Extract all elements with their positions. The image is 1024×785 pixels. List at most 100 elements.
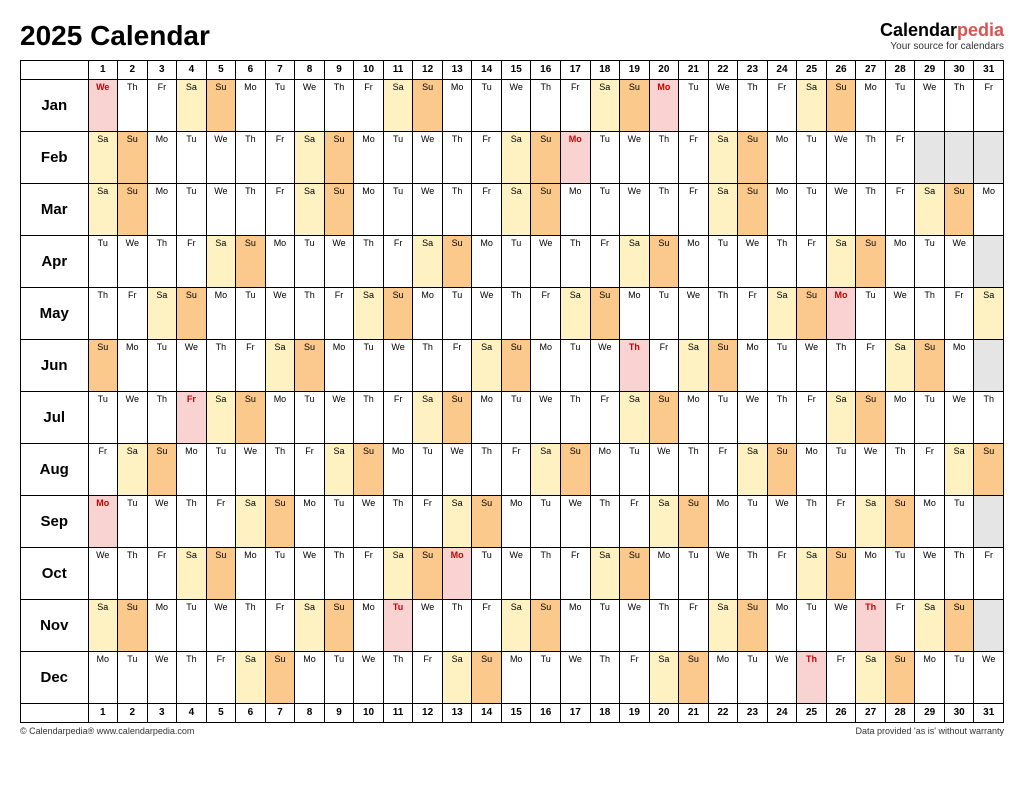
day-cell: Th: [738, 80, 768, 132]
day-cell: We: [590, 340, 620, 392]
day-cell: Sa: [501, 132, 531, 184]
day-cell: Sa: [649, 652, 679, 704]
day-cell: Su: [265, 496, 295, 548]
day-cell: Th: [826, 340, 856, 392]
day-cell: Mo: [620, 288, 650, 340]
day-of-week: Mo: [354, 600, 383, 612]
day-of-week: We: [531, 392, 560, 404]
day-number-header: 5: [206, 704, 236, 723]
day-cell: Th: [944, 548, 974, 600]
day-of-week: Tu: [679, 548, 708, 560]
day-of-week: Mo: [236, 80, 265, 92]
day-of-week: Su: [915, 340, 944, 352]
day-of-week: Mo: [797, 444, 826, 456]
day-of-week: Mo: [856, 80, 885, 92]
day-cell: Sa: [708, 132, 738, 184]
day-cell: We: [354, 652, 384, 704]
day-cell: Tu: [147, 340, 177, 392]
day-of-week: Fr: [177, 392, 206, 404]
day-of-week: Th: [266, 444, 295, 456]
day-cell: Tu: [295, 236, 325, 288]
day-cell: We: [118, 236, 148, 288]
day-of-week: Th: [886, 444, 915, 456]
day-of-week: Su: [620, 80, 649, 92]
day-number-header: 26: [826, 61, 856, 80]
day-of-week: Th: [89, 288, 118, 300]
day-of-week: We: [502, 548, 531, 560]
day-number-header: 14: [472, 61, 502, 80]
day-of-week: Mo: [354, 184, 383, 196]
day-cell: Mo: [295, 496, 325, 548]
day-cell: We: [944, 236, 974, 288]
day-cell: Mo: [826, 288, 856, 340]
day-of-week: Tu: [797, 184, 826, 196]
day-of-week: Fr: [89, 444, 118, 456]
day-of-week: Th: [443, 600, 472, 612]
day-of-week: Sa: [945, 444, 974, 456]
day-cell: Th: [118, 548, 148, 600]
day-of-week: Fr: [266, 600, 295, 612]
day-cell: Tu: [856, 288, 886, 340]
day-cell: We: [501, 548, 531, 600]
day-cell: Tu: [472, 548, 502, 600]
day-cell: Th: [915, 288, 945, 340]
day-of-week: Mo: [856, 548, 885, 560]
day-of-week: Fr: [886, 132, 915, 144]
day-of-week: Fr: [679, 184, 708, 196]
day-of-week: Th: [738, 548, 767, 560]
day-of-week: We: [148, 496, 177, 508]
day-cell: Su: [620, 80, 650, 132]
day-of-week: Fr: [148, 80, 177, 92]
day-of-week: Mo: [827, 288, 856, 300]
day-cell: [974, 132, 1004, 184]
day-of-week: Sa: [650, 496, 679, 508]
day-of-week: Mo: [945, 340, 974, 352]
day-cell: Mo: [561, 184, 591, 236]
day-cell: [915, 132, 945, 184]
day-cell: We: [413, 600, 443, 652]
day-of-week: Su: [974, 444, 1003, 456]
day-number-header: 30: [944, 704, 974, 723]
day-of-week: Th: [797, 496, 826, 508]
day-cell: Fr: [354, 80, 384, 132]
day-of-week: We: [945, 392, 974, 404]
day-cell: Fr: [974, 548, 1004, 600]
day-cell: We: [206, 132, 236, 184]
day-of-week: Su: [295, 340, 324, 352]
day-cell: Tu: [915, 236, 945, 288]
day-cell: Fr: [679, 132, 709, 184]
day-cell: We: [295, 80, 325, 132]
month-label: Nov: [21, 600, 89, 652]
day-cell: Sa: [177, 548, 207, 600]
day-cell: Sa: [885, 340, 915, 392]
day-of-week: Sa: [738, 444, 767, 456]
day-cell: Su: [472, 496, 502, 548]
month-label: Feb: [21, 132, 89, 184]
day-of-week: Su: [945, 600, 974, 612]
day-of-week: Tu: [797, 132, 826, 144]
day-of-week: Tu: [207, 444, 236, 456]
day-of-week: Fr: [443, 340, 472, 352]
day-of-week: Sa: [89, 600, 118, 612]
day-cell: Th: [501, 288, 531, 340]
day-of-week: Fr: [915, 444, 944, 456]
day-cell: Fr: [501, 444, 531, 496]
day-of-week: Sa: [325, 444, 354, 456]
day-of-week: Sa: [679, 340, 708, 352]
day-of-week: Sa: [295, 184, 324, 196]
day-cell: We: [708, 548, 738, 600]
day-of-week: Th: [443, 132, 472, 144]
day-of-week: Mo: [502, 652, 531, 664]
day-of-week: Sa: [295, 132, 324, 144]
day-of-week: Tu: [709, 236, 738, 248]
day-cell: Mo: [679, 392, 709, 444]
day-cell: We: [324, 236, 354, 288]
brand-name-1: Calendar: [880, 20, 957, 40]
day-cell: Su: [442, 236, 472, 288]
day-of-week: We: [89, 548, 118, 560]
day-of-week: Mo: [413, 288, 442, 300]
day-cell: Th: [620, 340, 650, 392]
day-cell: Su: [738, 132, 768, 184]
day-cell: Su: [561, 444, 591, 496]
day-of-week: We: [325, 392, 354, 404]
